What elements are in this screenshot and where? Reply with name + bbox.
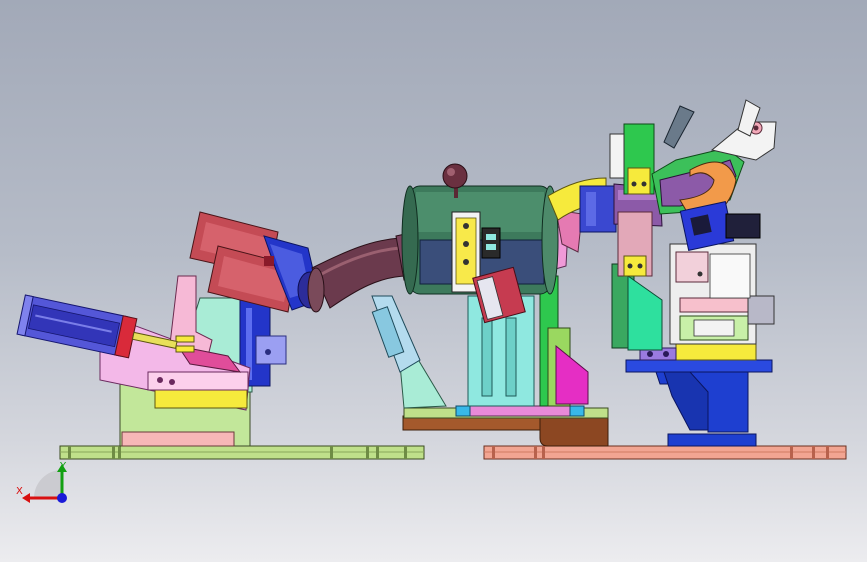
middle-canister — [401, 163, 559, 324]
right-baseplate — [483, 445, 847, 460]
left-motor-assembly — [189, 211, 323, 313]
right-fixture-station — [609, 99, 777, 447]
cad-viewport[interactable]: X Y — [0, 0, 867, 562]
coordinate-triad: X Y — [10, 462, 80, 510]
triad-y-label: Y — [60, 461, 67, 472]
assembly-model[interactable] — [0, 0, 867, 562]
left-baseplate — [59, 445, 425, 460]
triad-x-label: X — [16, 486, 23, 497]
